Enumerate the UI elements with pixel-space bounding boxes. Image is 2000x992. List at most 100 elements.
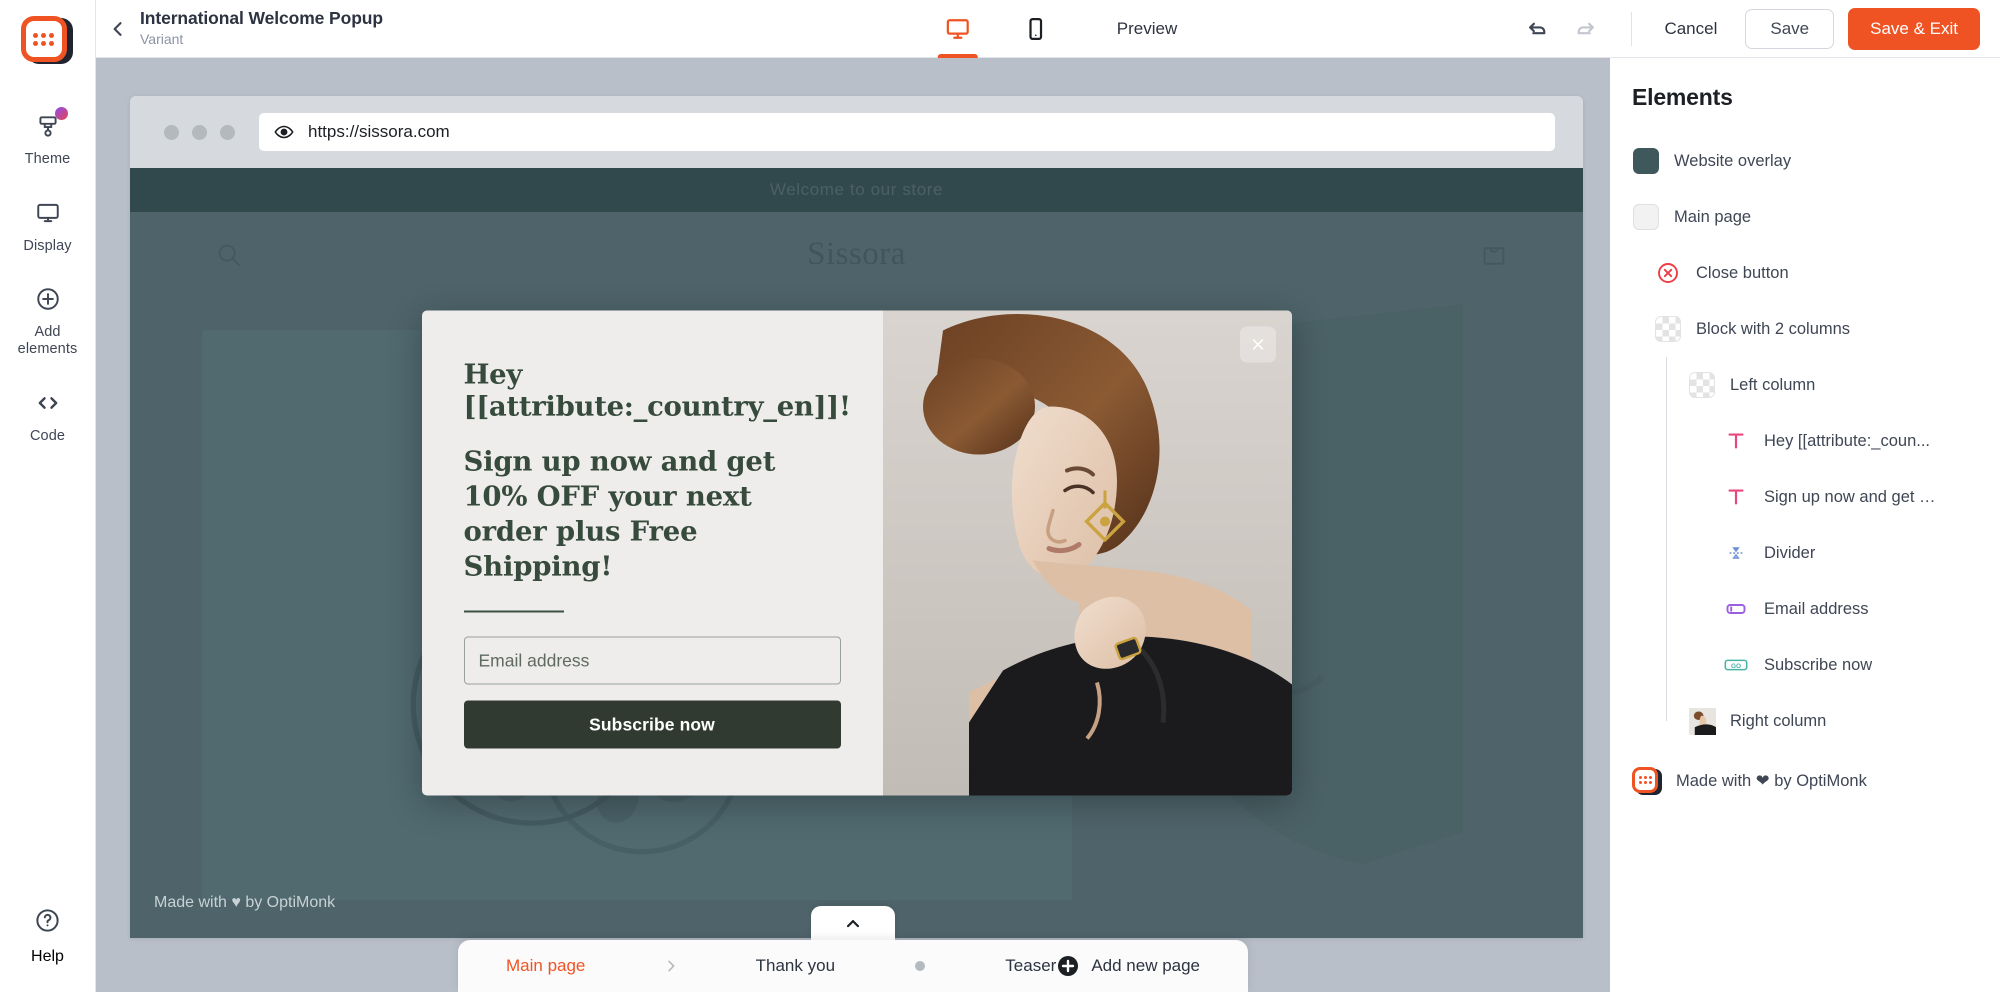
help-label: Help xyxy=(31,948,64,965)
popup-left-column: Hey [[attribute:_country_en]]! Sign up n… xyxy=(421,310,883,796)
monitor-icon xyxy=(946,18,969,39)
preview-button[interactable]: Preview xyxy=(1117,19,1177,39)
go-button-icon: GO xyxy=(1722,651,1750,679)
popup-right-column xyxy=(882,310,1292,796)
add-elements-label-line1: Add xyxy=(34,324,61,341)
redo-button[interactable] xyxy=(1561,0,1609,58)
sidebar-item-code[interactable]: Code xyxy=(0,373,95,460)
text-t-icon xyxy=(1722,483,1750,511)
undo-arrow-icon xyxy=(1529,22,1546,35)
popup-heading-line2: [[attribute:_country_en]]! xyxy=(463,390,852,423)
search-icon xyxy=(214,240,244,275)
device-toggle-desktop[interactable] xyxy=(919,0,997,58)
tree-item-label: Main page xyxy=(1674,207,1752,226)
undo-button[interactable] xyxy=(1513,0,1561,58)
browser-mockup: https://sissora.com Welcome to our store… xyxy=(130,96,1583,938)
tree-item-text-signup[interactable]: Sign up now and get … xyxy=(1610,469,2000,525)
page-tab-teaser[interactable]: Teaser xyxy=(1005,956,1056,976)
made-with-optimonk[interactable]: Made with ❤ by OptiMonk xyxy=(1610,753,2000,809)
chevron-left-icon xyxy=(113,21,122,36)
elements-panel: Elements Website overlay Main page Close… xyxy=(1610,58,2000,992)
back-button[interactable] xyxy=(96,0,140,58)
tree-item-subscribe-now[interactable]: GO Subscribe now xyxy=(1610,637,2000,693)
paintbrush-icon xyxy=(31,107,68,141)
close-circle-icon xyxy=(1654,259,1682,287)
save-and-exit-button[interactable]: Save & Exit xyxy=(1848,7,1980,50)
subscribe-button-label: Subscribe now xyxy=(589,714,715,735)
campaign-titles: International Welcome Popup Variant xyxy=(140,8,383,48)
tree-item-divider[interactable]: Divider xyxy=(1610,525,2000,581)
collapse-pagebar-button[interactable] xyxy=(811,906,895,942)
tree-item-label: Close button xyxy=(1696,263,1789,282)
device-toggle-mobile[interactable] xyxy=(997,0,1075,58)
url-text: https://sissora.com xyxy=(308,122,450,141)
page-tab-thankyou[interactable]: Thank you xyxy=(756,956,835,976)
close-x-icon xyxy=(1252,339,1263,350)
page-separator-chevron xyxy=(585,958,755,974)
page-tab-main[interactable]: Main page xyxy=(506,956,585,976)
site-logo: Sissora xyxy=(807,236,906,272)
popup-preview: Hey [[attribute:_country_en]]! Sign up n… xyxy=(421,310,1292,796)
toolbar-divider xyxy=(1631,11,1633,46)
monitor-icon xyxy=(31,198,65,228)
model-photo xyxy=(882,310,1292,796)
site-announcement-text: Welcome to our store xyxy=(769,180,944,199)
top-toolbar: International Welcome Popup Variant Prev… xyxy=(96,0,2000,58)
sidebar-item-help[interactable]: Help xyxy=(0,907,95,966)
tree-item-label: Email address xyxy=(1764,599,1869,618)
site-footer-note: Made with ♥ by OptiMonk xyxy=(154,894,336,911)
input-field-icon xyxy=(1722,595,1750,623)
page-subtitle: Variant xyxy=(140,31,184,48)
popup-close-button[interactable] xyxy=(1239,326,1276,363)
tree-item-left-column[interactable]: Left column xyxy=(1610,357,2000,413)
save-button[interactable]: Save xyxy=(1745,8,1835,49)
add-elements-label-line2: elements xyxy=(17,341,78,358)
email-input-placeholder: Email address xyxy=(478,650,590,671)
color-swatch-dark-icon xyxy=(1632,147,1660,175)
sidebar-item-theme[interactable]: Theme xyxy=(0,96,95,183)
tree-item-website-overlay[interactable]: Website overlay xyxy=(1610,133,2000,189)
plus-circle-filled-icon xyxy=(1058,956,1079,976)
color-swatch-white-icon xyxy=(1632,203,1660,231)
popup-divider xyxy=(463,610,564,613)
popup-heading: Hey [[attribute:_country_en]]! xyxy=(463,359,852,423)
tree-item-label: Sign up now and get … xyxy=(1764,487,1936,506)
url-bar[interactable]: https://sissora.com xyxy=(259,113,1555,151)
text-t-icon xyxy=(1722,427,1750,455)
eye-icon xyxy=(274,125,294,139)
add-new-page-label: Add new page xyxy=(1091,956,1201,975)
sidebar-item-label: Display xyxy=(23,237,72,254)
popup-subheading: Sign up now and get 10% OFF your next or… xyxy=(463,445,776,583)
question-circle-icon xyxy=(34,907,61,939)
tree-item-text-hey[interactable]: Hey [[attribute:_coun... xyxy=(1610,413,2000,469)
svg-text:GO: GO xyxy=(1731,663,1741,670)
cancel-button[interactable]: Cancel xyxy=(1646,10,1735,48)
made-with-optimonk-label: Made with ❤ by OptiMonk xyxy=(1676,772,1867,790)
theme-notification-badge xyxy=(54,107,68,120)
left-rail: Theme Display Add elements Code Help xyxy=(0,0,96,992)
rail-item-list: Theme Display Add elements Code xyxy=(0,96,95,459)
tree-item-close-button[interactable]: Close button xyxy=(1610,245,2000,301)
tree-item-label: Right column xyxy=(1730,711,1827,730)
sidebar-item-label: Add elements xyxy=(18,324,78,357)
image-thumbnail-icon xyxy=(1688,707,1716,735)
logo-face xyxy=(20,16,67,62)
optimonk-logo[interactable] xyxy=(20,14,75,68)
optimonk-logo xyxy=(1632,766,1662,796)
sidebar-item-add-elements[interactable]: Add elements xyxy=(0,269,95,372)
elements-panel-title: Elements xyxy=(1632,84,1733,110)
add-new-page-button[interactable]: Add new page xyxy=(1056,954,1200,978)
site-announcement-bar: Welcome to our store xyxy=(130,168,1583,212)
tree-item-label: Left column xyxy=(1730,375,1816,394)
tree-item-main-page[interactable]: Main page xyxy=(1610,189,2000,245)
chevron-right-icon xyxy=(667,960,674,972)
tree-item-label: Block with 2 columns xyxy=(1696,319,1851,338)
tree-item-email-address[interactable]: Email address xyxy=(1610,581,2000,637)
tree-item-right-column[interactable]: Right column xyxy=(1610,693,2000,749)
email-input[interactable]: Email address xyxy=(463,636,841,685)
code-brackets-icon xyxy=(31,388,65,418)
subscribe-button[interactable]: Subscribe now xyxy=(463,700,841,749)
sidebar-item-display[interactable]: Display xyxy=(0,183,95,270)
tree-item-label: Divider xyxy=(1764,543,1816,562)
tree-item-block-2-columns[interactable]: Block with 2 columns xyxy=(1610,301,2000,357)
